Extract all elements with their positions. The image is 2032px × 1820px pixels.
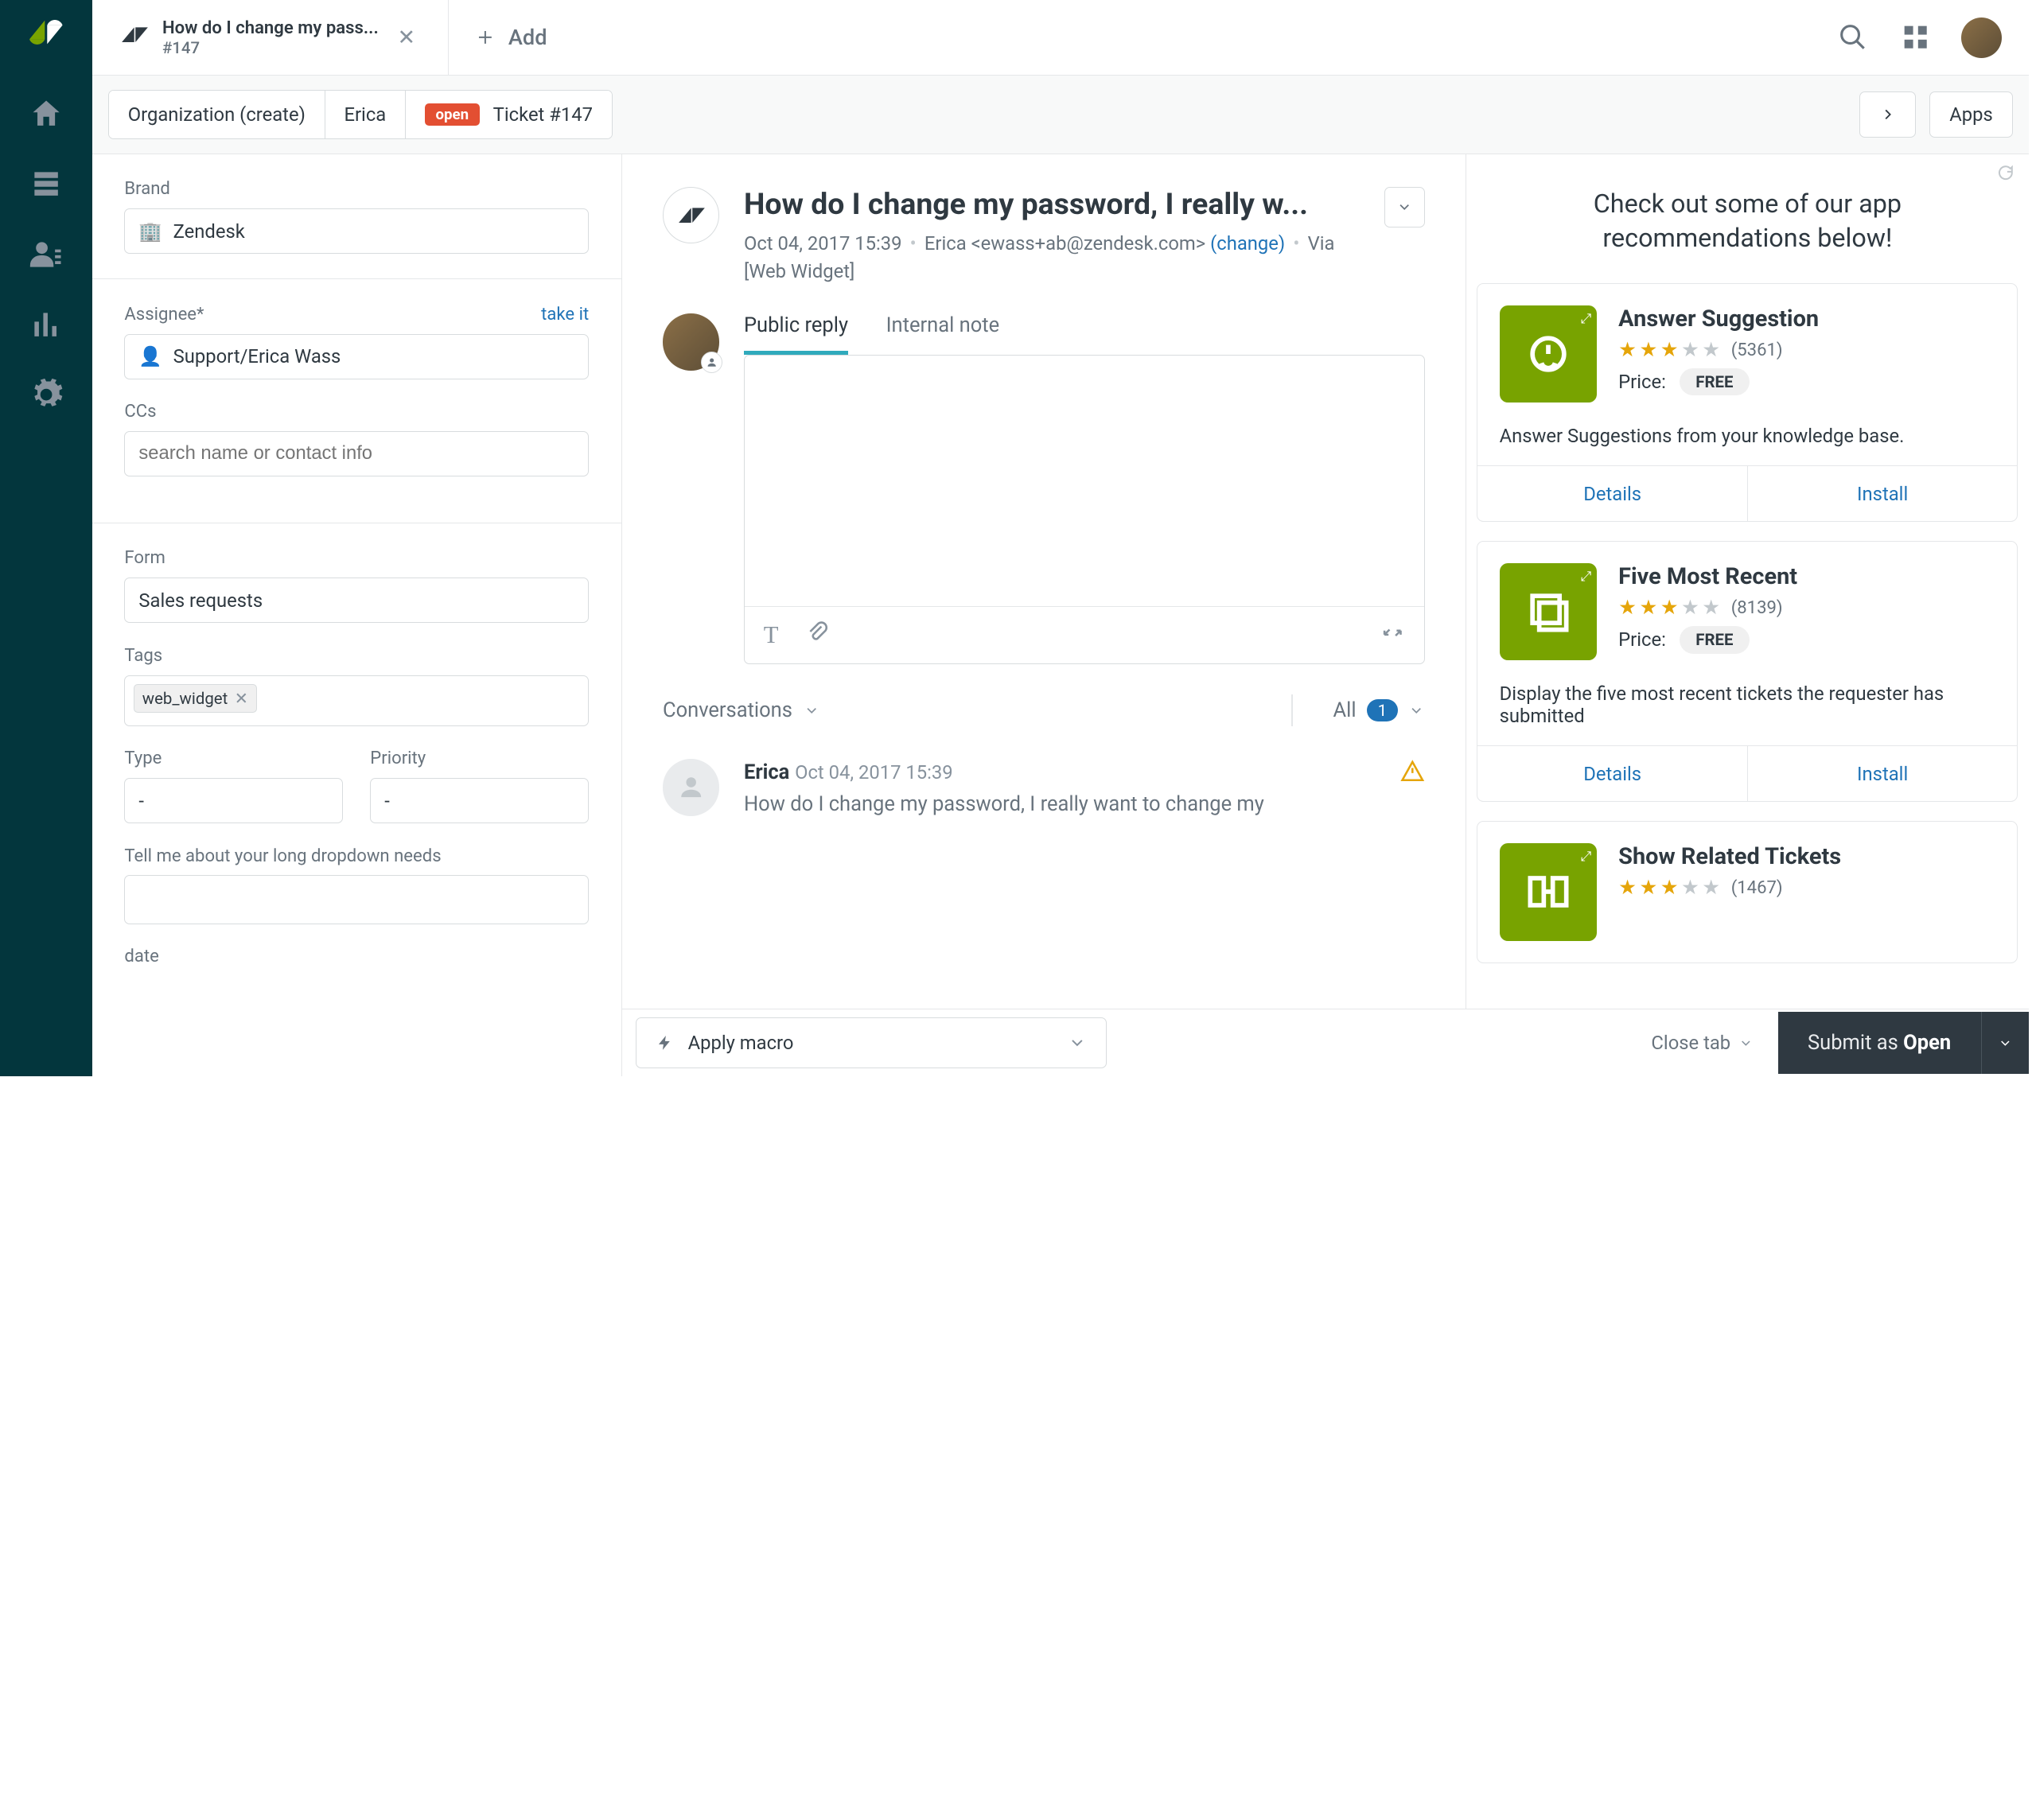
type-select[interactable]: -	[124, 778, 343, 823]
convo-time: Oct 04, 2017 15:39	[795, 761, 953, 784]
building-icon: 🏢	[138, 220, 162, 243]
app-description: Display the five most recent tickets the…	[1477, 682, 2017, 746]
status-badge-open: open	[425, 103, 480, 126]
app-recommendations-title: Check out some of our app recommendation…	[1477, 178, 2018, 282]
app-rating: ★★★★★(8139)	[1618, 596, 1797, 620]
take-it-link[interactable]: take it	[541, 304, 589, 325]
ticket-actions-menu[interactable]	[1384, 187, 1425, 228]
chevron-down-icon	[1068, 1033, 1087, 1052]
requester-avatar	[663, 759, 719, 815]
conversation-count: 1	[1367, 699, 1398, 721]
long-dropdown-input[interactable]	[124, 875, 589, 924]
tags-input[interactable]: web_widget ✕	[124, 675, 589, 727]
apply-macro-button[interactable]: Apply macro	[636, 1017, 1107, 1068]
brand-select[interactable]: 🏢 Zendesk	[124, 208, 589, 254]
brand-value: Zendesk	[173, 220, 245, 243]
tab-title: How do I change my pass...	[162, 18, 379, 39]
ticket-tab-icon	[119, 20, 149, 55]
tab-public-reply[interactable]: Public reply	[744, 313, 848, 355]
priority-label: Priority	[370, 748, 589, 768]
assignee-label: Assignee*	[124, 304, 204, 325]
price-badge: FREE	[1680, 626, 1750, 653]
warning-icon[interactable]	[1400, 759, 1425, 816]
nav-reporting-icon[interactable]	[27, 305, 65, 344]
refresh-apps-icon[interactable]	[1996, 162, 2015, 188]
conversations-dropdown[interactable]: Conversations	[663, 698, 819, 722]
app-rating: ★★★★★(1467)	[1618, 876, 1841, 900]
convo-body: How do I change my password, I really wa…	[744, 792, 1264, 816]
date-label: date	[124, 946, 589, 966]
app-name: Five Most Recent	[1618, 563, 1797, 590]
ccs-field[interactable]	[138, 442, 574, 465]
long-dropdown-label: Tell me about your long dropdown needs	[124, 846, 589, 866]
nav-views-icon[interactable]	[27, 165, 65, 203]
app-name: Answer Suggestion	[1618, 305, 1819, 332]
type-label: Type	[124, 748, 343, 768]
attach-icon[interactable]	[805, 620, 830, 651]
crumb-organization[interactable]: Organization (create)	[109, 91, 325, 138]
search-icon[interactable]	[1837, 21, 1870, 54]
form-value: Sales requests	[138, 589, 263, 612]
crumb-user[interactable]: Erica	[325, 91, 406, 138]
nav-home-icon[interactable]	[27, 95, 65, 133]
nav-settings-icon[interactable]	[27, 376, 65, 414]
crumb-ticket-label: Ticket #147	[493, 103, 593, 126]
tag-chip[interactable]: web_widget ✕	[134, 684, 257, 713]
submit-dropdown[interactable]	[1981, 1012, 2029, 1074]
zendesk-logo[interactable]	[27, 14, 65, 52]
app-details-link[interactable]: Details	[1477, 466, 1748, 521]
ccs-label: CCs	[124, 401, 589, 422]
apps-grid-icon[interactable]	[1899, 21, 1932, 54]
app-card: ⤢ Five Most Recent ★★★★★(8139) Price:FRE…	[1477, 541, 2018, 802]
close-tab-button[interactable]: Close tab	[1651, 1032, 1754, 1054]
agent-avatar	[663, 313, 719, 370]
format-text-icon[interactable]: T	[764, 621, 779, 649]
ticket-meta: Oct 04, 2017 15:39•Erica <ewass+ab@zende…	[744, 230, 1360, 286]
reply-editor[interactable]	[745, 356, 1424, 606]
tags-label: Tags	[124, 645, 589, 666]
nav-customers-icon[interactable]	[27, 235, 65, 274]
crumb-ticket[interactable]: open Ticket #147	[406, 91, 612, 138]
app-install-link[interactable]: Install	[1748, 466, 2018, 521]
profile-avatar[interactable]	[1961, 18, 2002, 58]
ticket-title: How do I change my password, I really w.…	[744, 187, 1360, 222]
conversation-item: Erica Oct 04, 2017 15:39 How do I change…	[622, 740, 1466, 835]
app-rating: ★★★★★(5361)	[1618, 338, 1819, 362]
app-card: ⤢ Answer Suggestion ★★★★★(5361) Price:FR…	[1477, 283, 2018, 522]
expand-editor-icon[interactable]	[1380, 620, 1405, 651]
tab-close-icon[interactable]: ✕	[392, 19, 421, 56]
app-details-link[interactable]: Details	[1477, 746, 1748, 801]
app-card: ⤢ Show Related Tickets ★★★★★(1467)	[1477, 821, 2018, 963]
add-tab-label: Add	[508, 25, 547, 50]
assignee-value: Support/Erica Wass	[173, 345, 341, 368]
app-description: Answer Suggestions from your knowledge b…	[1477, 425, 2017, 466]
all-filter-dropdown[interactable]: All 1	[1333, 698, 1425, 722]
ccs-input[interactable]	[124, 431, 589, 476]
priority-select[interactable]: -	[370, 778, 589, 823]
assignee-select[interactable]: 👤 Support/Erica Wass	[124, 334, 589, 379]
form-select[interactable]: Sales requests	[124, 578, 589, 623]
app-logo-icon: ⤢	[1500, 843, 1597, 940]
app-logo-icon: ⤢	[1500, 305, 1597, 402]
price-badge: FREE	[1680, 368, 1750, 395]
requester-org-icon	[663, 187, 719, 243]
agent-badge-icon	[701, 352, 722, 373]
tab-subtitle: #147	[162, 38, 379, 57]
expand-ticket-button[interactable]	[1859, 91, 1916, 137]
app-name: Show Related Tickets	[1618, 843, 1841, 870]
form-label: Form	[124, 547, 589, 568]
change-requester-link[interactable]: (change)	[1210, 232, 1285, 255]
convo-author: Erica	[744, 760, 789, 784]
app-logo-icon: ⤢	[1500, 563, 1597, 660]
ticket-tab[interactable]: How do I change my pass... #147 ✕	[92, 0, 450, 75]
tag-remove-icon[interactable]: ✕	[235, 689, 248, 708]
user-icon: 👤	[138, 345, 162, 368]
app-install-link[interactable]: Install	[1748, 746, 2018, 801]
tab-internal-note[interactable]: Internal note	[886, 313, 1000, 355]
tag-chip-label: web_widget	[142, 689, 228, 708]
brand-label: Brand	[124, 178, 589, 199]
submit-button[interactable]: Submit as Open	[1778, 1012, 1981, 1074]
apps-toggle-button[interactable]: Apps	[1929, 91, 2012, 137]
add-tab-button[interactable]: Add	[449, 0, 574, 75]
